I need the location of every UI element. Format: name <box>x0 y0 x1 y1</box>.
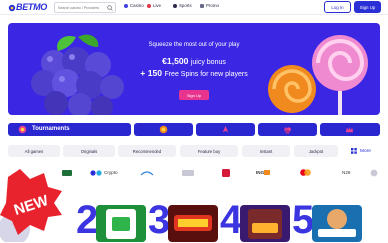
nav-sports-label: Sports <box>179 3 192 8</box>
category-strip: Tournaments <box>8 123 380 136</box>
search-icon[interactable] <box>107 5 113 11</box>
top-header: BETMO Casino Live Sports Promo Log In Si… <box>0 0 388 15</box>
logo[interactable]: BETMO <box>8 1 47 13</box>
filter-recommended[interactable]: Recommended <box>118 145 176 157</box>
more-label: More <box>360 148 371 154</box>
logo-text: BETMO <box>16 2 47 12</box>
nav-sports[interactable]: Sports <box>173 3 192 8</box>
payment-logo-4 <box>182 168 194 177</box>
payment-crypto: Crypto <box>90 168 118 177</box>
payment-n26: N26 <box>342 168 350 177</box>
grape-icon <box>284 127 291 134</box>
filter-feature-buy[interactable]: Feature buy <box>180 145 238 157</box>
payment-brand-icon <box>222 168 230 177</box>
gift-icon <box>200 3 204 8</box>
game-tile[interactable] <box>240 205 290 242</box>
tab-category-3[interactable] <box>196 123 255 136</box>
rank-number: 4 <box>220 198 243 242</box>
login-button[interactable]: Log In <box>324 1 351 13</box>
nav-live-label: Live <box>153 3 162 8</box>
rank-number: 3 <box>148 198 171 242</box>
nav-promo-label: Promo <box>206 3 219 8</box>
lion-icon <box>264 170 271 175</box>
tab-tournaments[interactable]: Tournaments <box>8 123 131 136</box>
payment-ing: ING <box>256 168 271 177</box>
lollipop-illustration <box>268 35 368 115</box>
rocket-icon <box>222 125 229 133</box>
more-filters-button[interactable]: More <box>342 145 380 157</box>
search-input[interactable] <box>55 3 105 12</box>
rank-number: 5 <box>292 198 315 242</box>
payment-crypto-label: Crypto <box>104 170 118 175</box>
payment-brand-icon <box>140 170 154 175</box>
trophy-icon <box>18 125 27 134</box>
filter-instant[interactable]: Instant <box>242 145 290 157</box>
payment-logo-9 <box>370 168 378 177</box>
game-tile[interactable] <box>312 205 362 242</box>
nav-casino-label: Casino <box>130 3 144 8</box>
banner-signup-button[interactable]: Sign Up <box>179 90 209 100</box>
nav-promo[interactable]: Promo <box>200 3 219 8</box>
payment-brand-icon <box>370 169 378 176</box>
payment-mastercard <box>300 168 311 177</box>
payment-n26-label: N26 <box>342 170 351 175</box>
fire-icon <box>159 125 168 134</box>
nav-live[interactable]: Live <box>147 3 161 8</box>
filter-originals[interactable]: Originals <box>63 145 115 157</box>
signup-button[interactable]: Sign Up <box>354 1 381 13</box>
bonus-text: juicy bonus <box>190 59 226 66</box>
search-box[interactable] <box>54 2 116 13</box>
game-thumbnail <box>96 205 146 242</box>
tab-tournaments-label: Tournaments <box>32 126 70 132</box>
game-tile[interactable] <box>168 205 218 242</box>
live-icon <box>147 3 151 8</box>
tab-category-5[interactable] <box>320 123 380 136</box>
grid-icon <box>351 148 357 154</box>
filter-all-games[interactable]: All games <box>8 145 60 157</box>
game-thumbnail <box>312 205 362 242</box>
payment-ing-label: ING <box>256 170 265 175</box>
tab-category-4[interactable] <box>258 123 317 136</box>
game-thumbnail <box>168 205 218 242</box>
spins-text: Free Spins for new players <box>164 71 248 78</box>
promo-banner[interactable]: Squeeze the most out of your play €1,500… <box>8 23 380 115</box>
game-thumbnail <box>240 205 290 242</box>
bonus-amount: €1,500 <box>162 56 189 66</box>
mastercard-icon <box>300 169 311 176</box>
filter-jackpot[interactable]: Jackpot <box>294 145 338 157</box>
filter-bar: All games Originals Recommended Feature … <box>8 145 380 157</box>
nav-casino[interactable]: Casino <box>124 3 144 8</box>
payment-logo-5 <box>222 168 230 177</box>
new-ribbon: NEW <box>0 169 62 242</box>
crypto-icon <box>90 169 102 176</box>
tab-category-2[interactable] <box>134 123 193 136</box>
crown-icon <box>345 126 354 133</box>
game-tile[interactable] <box>96 205 146 242</box>
casino-icon <box>124 3 128 8</box>
payment-logo-3 <box>140 168 154 177</box>
sports-icon <box>173 3 177 8</box>
spins-amount: + 150 <box>140 68 163 78</box>
payment-brand-icon <box>182 169 194 176</box>
